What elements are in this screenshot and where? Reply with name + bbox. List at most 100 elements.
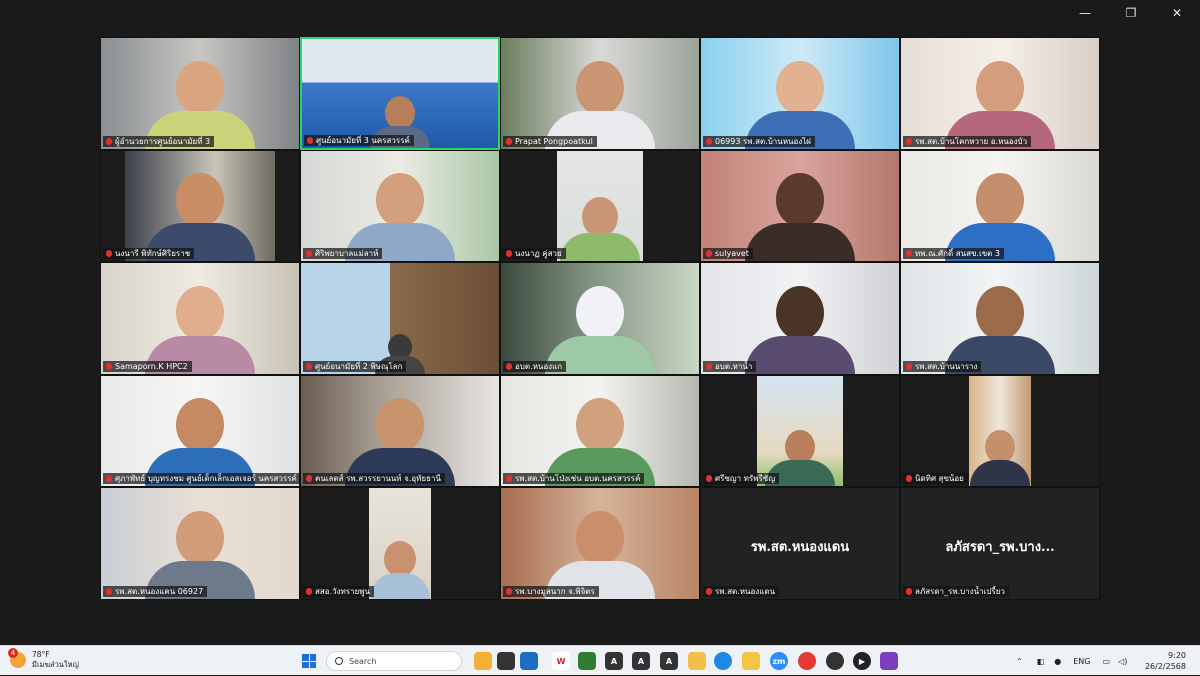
maximize-button[interactable]: ❐: [1108, 0, 1154, 26]
weather-desc: มีเมฆส่วนใหญ่: [32, 660, 79, 669]
participant-video: [560, 197, 640, 262]
participant-name: ทพ.ณ.ศักดิ์ สนสข.เขต 3: [903, 248, 1004, 260]
participant-name: รพ.สต.บ้านนาราง: [903, 360, 982, 372]
participant-name: รพ.สต.หนองแคน 06927: [103, 585, 208, 597]
mic-muted-icon: [706, 137, 712, 145]
network-icon[interactable]: ◧: [1037, 657, 1045, 666]
participant-name: อบต.หนองแก: [503, 360, 567, 372]
video-tile[interactable]: Samaporn.K HPC2: [100, 262, 300, 375]
video-tile[interactable]: 06993 รพ.สต.บ้านหนองไผ่: [700, 37, 900, 150]
participant-video: [745, 285, 855, 374]
mic-muted-icon: [906, 475, 912, 483]
video-tile[interactable]: Prapat Pongpoatkul: [500, 37, 700, 150]
photos-icon[interactable]: [688, 652, 706, 670]
participant-name: ศรีชญา ทรัพรีชัญ: [703, 473, 780, 485]
mic-muted-icon: [306, 475, 312, 483]
participant-name: ศูนย์อนามัยที่ 3 นครสวรรค์: [304, 134, 414, 146]
app-icon[interactable]: A: [660, 652, 678, 670]
video-tile[interactable]: นิดทิศ สุขน้อย: [900, 374, 1100, 488]
participant-video: [745, 173, 855, 262]
system-tray: ⌃ ◧ ● ENG ▭ ◁): [1016, 646, 1127, 676]
participant-name: คนเลตส์ รพ.สวรรยานนท์ จ.อุทัยธานี: [303, 473, 445, 485]
video-tile[interactable]: รพ.สต.บ้านนาราง: [900, 262, 1100, 375]
mic-muted-icon: [506, 475, 512, 483]
video-tile[interactable]: ศรีชญา ทรัพรีชัญ: [700, 374, 900, 488]
word-app-icon[interactable]: W: [552, 652, 570, 670]
windows-taskbar: 4 78°F มีเมฆส่วนใหญ่ Search W A A A zm ▶…: [0, 645, 1200, 675]
taskbar-clock[interactable]: 9:20 26/2/2568: [1145, 650, 1186, 672]
video-tile[interactable]: ศุภาพัทธ์ บุญทรงชม ศูนย์เด็กเล็กเอสเจอร์…: [100, 374, 300, 488]
participant-name: ศุภาพัทธ์ บุญทรงชม ศูนย์เด็กเล็กเอสเจอร์…: [103, 473, 299, 485]
participant-name: ศิริพยาบาลแม่ลาห์: [303, 248, 383, 260]
search-placeholder: Search: [349, 656, 377, 666]
weather-temp: 78°F: [32, 650, 50, 659]
participant-name: ศูนย์อนามัยที่ 2 พิษณุโลก: [303, 360, 407, 372]
search-icon: [335, 657, 343, 665]
video-tile[interactable]: sulyavet: [700, 149, 900, 263]
app-icon[interactable]: A: [605, 652, 623, 670]
mic-icon[interactable]: ●: [1054, 657, 1061, 666]
video-tile-active-speaker[interactable]: ศูนย์อนามัยที่ 3 นครสวรรค์: [300, 37, 500, 150]
mic-muted-icon: [906, 362, 912, 370]
chrome-browser-icon[interactable]: [798, 652, 816, 670]
video-tile[interactable]: นงนาฏ คู่สวย: [500, 149, 700, 263]
participant-name: รพ.สต.บ้านโป่งเช่น อบต.นครสวรรค์: [503, 473, 645, 485]
task-view-icon[interactable]: [497, 652, 515, 670]
mic-muted-icon: [106, 475, 112, 483]
video-tile[interactable]: รพ.สต.หนองแคน 06927: [100, 487, 300, 600]
volume-icon[interactable]: ◁): [1118, 657, 1127, 666]
mic-muted-icon: [506, 587, 512, 595]
mic-muted-icon: [306, 362, 312, 370]
chevron-up-icon[interactable]: ⌃: [1016, 657, 1023, 666]
video-tile[interactable]: นงนารี พิทักษ์ศิริยราช: [100, 149, 300, 263]
video-tile[interactable]: ทพ.ณ.ศักดิ์ สนสข.เขต 3: [900, 149, 1100, 263]
wifi-icon[interactable]: ▭: [1103, 657, 1111, 666]
file-explorer-icon[interactable]: [742, 652, 760, 670]
participant-name: รพ.สต.หนองแดน: [703, 585, 780, 597]
participant-name: ผู้อำนวยการศูนย์อนามัยที่ 3: [103, 135, 215, 147]
start-button[interactable]: [302, 654, 316, 668]
widgets-icon[interactable]: [474, 652, 492, 670]
mic-muted-icon: [106, 250, 112, 258]
mic-muted-icon: [706, 362, 712, 370]
video-tile[interactable]: คนเลตส์ รพ.สวรรยานนท์ จ.อุทัยธานี: [300, 374, 500, 488]
video-tile[interactable]: ผู้อำนวยการศูนย์อนามัยที่ 3: [100, 37, 300, 150]
video-tile-camera-off[interactable]: รพ.สต.หนองแดน รพ.สต.หนองแดน: [700, 487, 900, 600]
video-tile[interactable]: รพ.สต.บ้านโคกหวาย อ.หนองบัว: [900, 37, 1100, 150]
video-tile-camera-off[interactable]: ลภัสรดา_รพ.บาง... ลภัสรดา_รพ.บางน้ำเปรี้…: [900, 487, 1100, 600]
app-icon[interactable]: A: [632, 652, 650, 670]
zoom-app-icon[interactable]: zm: [770, 652, 788, 670]
clock-date: 26/2/2568: [1144, 662, 1186, 671]
video-tile[interactable]: อบต.หนองแก: [500, 262, 700, 375]
video-tile[interactable]: รพ.บางมูลนาก จ.พิจิตร: [500, 487, 700, 600]
media-player-icon[interactable]: ▶: [853, 652, 871, 670]
app-icon[interactable]: [826, 652, 844, 670]
video-tile[interactable]: ศูนย์อนามัยที่ 2 พิษณุโลก: [300, 262, 500, 375]
mic-muted-icon: [106, 137, 112, 145]
language-indicator[interactable]: ENG: [1073, 657, 1090, 666]
mic-muted-icon: [106, 362, 112, 370]
video-tile[interactable]: รพ.สต.บ้านโป่งเช่น อบต.นครสวรรค์: [500, 374, 700, 488]
participant-name: นงนาฏ คู่สวย: [503, 248, 566, 260]
mic-muted-icon: [506, 362, 512, 370]
mic-muted-icon: [506, 250, 512, 258]
video-tile[interactable]: อบต.หาน้ำ: [700, 262, 900, 375]
notification-badge: 4: [8, 648, 18, 658]
mic-muted-icon: [706, 250, 712, 258]
app-icon[interactable]: [880, 652, 898, 670]
participant-name: อบต.หาน้ำ: [703, 360, 757, 372]
mic-muted-icon: [906, 587, 912, 595]
taskbar-search[interactable]: Search: [326, 651, 462, 671]
weather-widget[interactable]: 4 78°F มีเมฆส่วนใหญ่: [8, 648, 79, 670]
participant-display-name: ลภัสรดา_รพ.บาง...: [945, 540, 1055, 556]
close-button[interactable]: ✕: [1154, 0, 1200, 26]
video-tile[interactable]: ศิริพยาบาลแม่ลาห์: [300, 149, 500, 263]
participant-name: นงนารี พิทักษ์ศิริยราช: [103, 248, 195, 260]
participant-name: สสอ.วังทรายพูน: [303, 585, 375, 597]
store-icon[interactable]: [520, 652, 538, 670]
minimize-button[interactable]: —: [1062, 0, 1108, 26]
app-icon[interactable]: [578, 652, 596, 670]
edge-browser-icon[interactable]: [714, 652, 732, 670]
video-tile[interactable]: สสอ.วังทรายพูน: [300, 487, 500, 600]
mic-muted-icon: [106, 587, 112, 595]
